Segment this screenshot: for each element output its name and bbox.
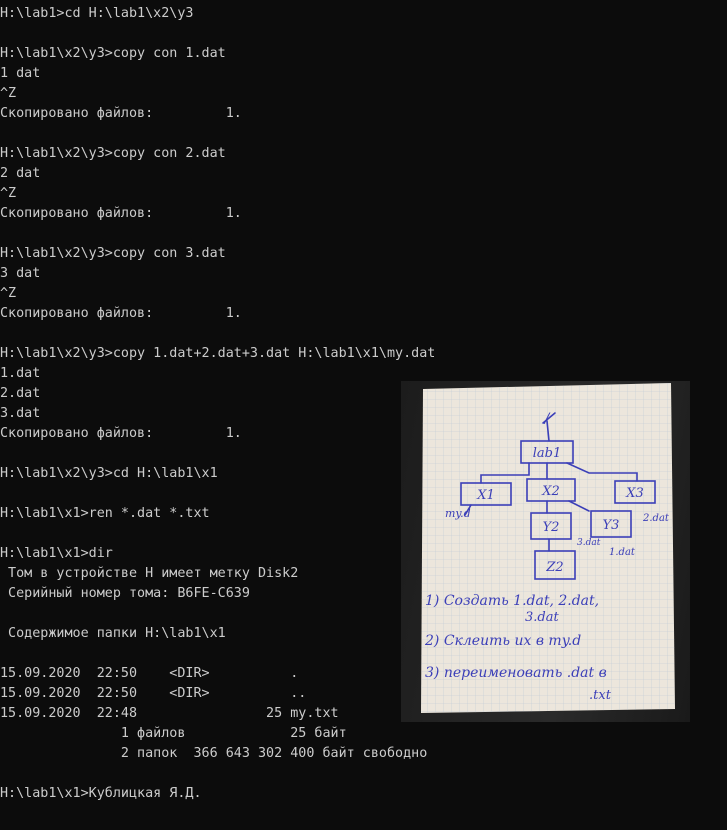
- console-line: 1 dat: [0, 66, 41, 81]
- note-myd-label: my.d: [445, 507, 471, 520]
- console-line: ^Z: [0, 286, 17, 301]
- console-line: H:\lab1\x2\y3>copy con 1.dat: [0, 46, 226, 61]
- note-paper: / lab1 X1 X2 X3 Y2 Y3 Z2 my.d 2.dat 3.da…: [421, 383, 675, 713]
- note-1dat-label: 1.dat: [609, 547, 636, 558]
- console-line: 2 dat: [0, 166, 41, 181]
- console-line: 1 файлов 25 байт: [0, 726, 347, 741]
- console-line: ^Z: [0, 186, 17, 201]
- note-task1-line1: 1) Создать 1.dat, 2.dat,: [425, 593, 599, 609]
- console-line: 3 dat: [0, 266, 41, 281]
- note-z2-label: Z2: [545, 560, 563, 575]
- note-3dat-label: 3.dat: [577, 538, 601, 548]
- console-line: Скопировано файлов: 1.: [0, 306, 242, 321]
- console-line: H:\lab1\x1>Кублицкая Я.Д.: [0, 786, 202, 801]
- note-y3-label: Y3: [603, 518, 620, 533]
- console-line: H:\lab1\x2\y3>copy con 3.dat: [0, 246, 226, 261]
- note-2dat-label: 2.dat: [642, 513, 670, 524]
- note-task3-line2: .txt: [589, 688, 612, 703]
- console-line: H:\lab1>cd H:\lab1\x2\y3: [0, 6, 194, 21]
- note-task1-line2: 3.dat: [525, 610, 559, 625]
- note-task2: 2) Склеить их в my.d: [424, 633, 581, 649]
- note-x1-label: X1: [476, 488, 495, 503]
- console-line: Скопировано файлов: 1.: [0, 206, 242, 221]
- console-line: H:\lab1\x2\y3>copy 1.dat+2.dat+3.dat H:\…: [0, 346, 436, 361]
- console-line: H:\lab1\x2\y3>copy con 2.dat: [0, 146, 226, 161]
- console-line: Скопировано файлов: 1.: [0, 106, 242, 121]
- console-line: ^Z: [0, 86, 17, 101]
- handwritten-note-photo: / lab1 X1 X2 X3 Y2 Y3 Z2 my.d 2.dat 3.da…: [401, 381, 690, 722]
- console-line: 2 папок 366 643 302 400 байт свободно: [0, 746, 428, 761]
- note-x2-label: X2: [541, 484, 560, 499]
- note-task3-line1: 3) переименовать .dat в: [425, 665, 607, 681]
- note-y2-label: Y2: [543, 520, 560, 535]
- note-lab1-label: lab1: [533, 446, 562, 461]
- note-x3-label: X3: [625, 486, 644, 501]
